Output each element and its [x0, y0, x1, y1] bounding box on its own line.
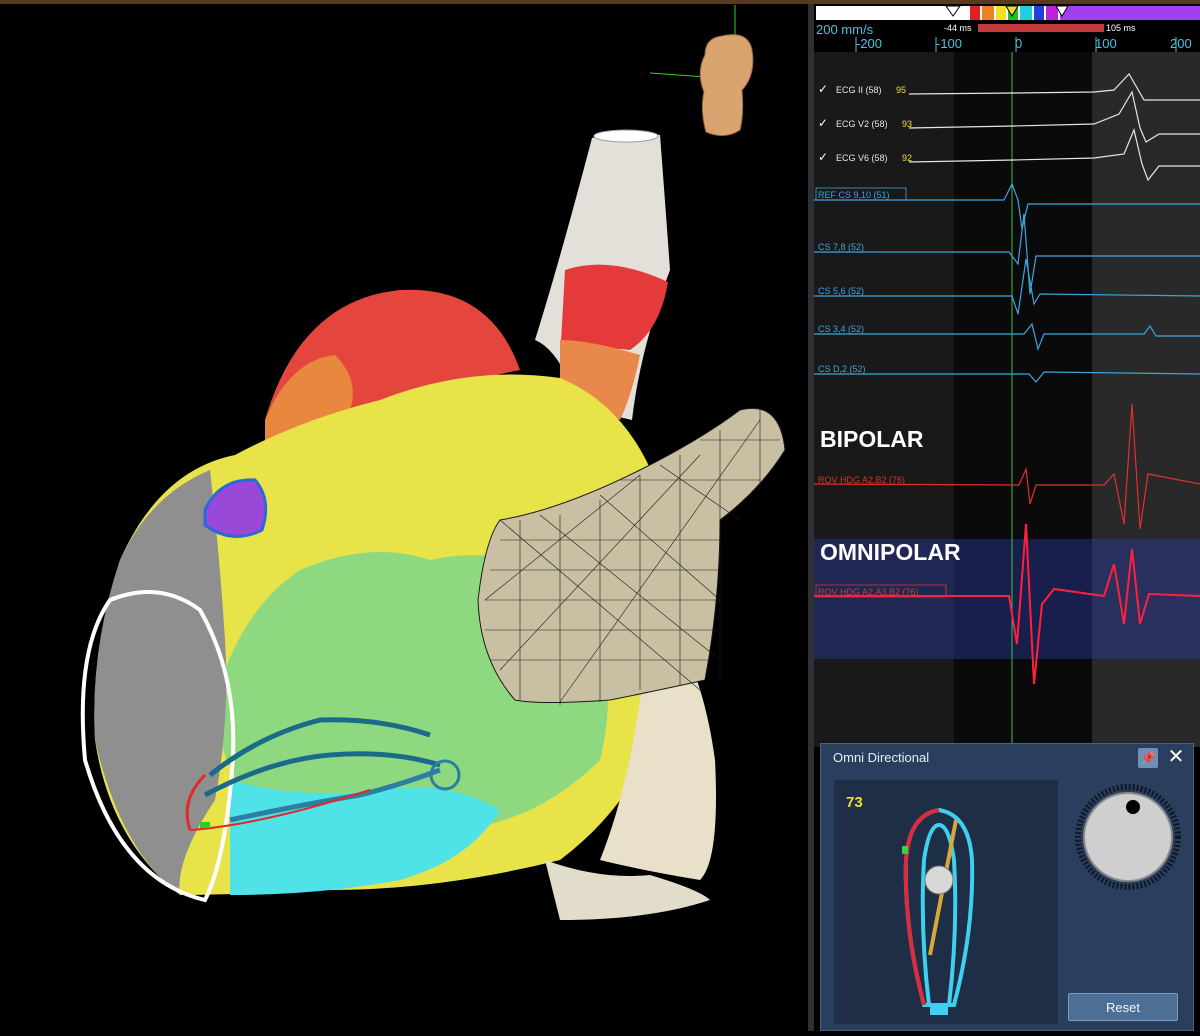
channel-label-rov-bipolar[interactable]: ROV HDG A2,B2 (76) [818, 475, 905, 485]
catheter-preview[interactable]: 73 [834, 780, 1058, 1024]
svg-text:100: 100 [1095, 36, 1117, 51]
channel-label-ecg-ii[interactable]: ECG II (58) [836, 85, 882, 95]
marker-right-value: 105 ms [1106, 23, 1136, 33]
channel-label-cs-34[interactable]: CS 3,4 (52) [818, 324, 864, 334]
omni-angle-value: 73 [846, 794, 863, 811]
channel-label-cs-56[interactable]: CS 5,6 (52) [818, 286, 864, 296]
pin-icon[interactable]: 📌 [1138, 748, 1158, 768]
channel-label-cs-d2[interactable]: CS D,2 (52) [818, 364, 866, 374]
svg-text:200: 200 [1170, 36, 1192, 51]
marker-left-value: -44 ms [944, 23, 972, 33]
channel-value-ecg-v2: 93 [902, 119, 912, 129]
channel-label-cs-78[interactable]: CS 7,8 (52) [818, 242, 864, 252]
channel-label-ecg-v6[interactable]: ECG V6 (58) [836, 153, 888, 163]
svg-text:✓: ✓ [818, 116, 828, 130]
reset-button[interactable]: Reset [1068, 993, 1178, 1021]
channel-label-rov-omnipolar[interactable]: ROV HDG A2,A3,B2 (76) [818, 587, 919, 597]
ecg-checkbox-ii[interactable]: ✓ [818, 82, 828, 96]
bipolar-label: BIPOLAR [820, 426, 924, 452]
orientation-figure [699, 34, 754, 136]
svg-text:✓: ✓ [818, 150, 828, 164]
omni-panel-title: Omni Directional [833, 750, 930, 765]
anatomy-3d-view[interactable] [0, 4, 808, 1031]
heart-model [80, 5, 786, 920]
channel-value-ecg-v6: 92 [902, 153, 912, 163]
svg-text:-100: -100 [936, 36, 962, 51]
svg-text:✓: ✓ [818, 82, 828, 96]
omni-directional-panel: Omni Directional 📌 ✕ 73 Reset [820, 743, 1194, 1031]
omnipolar-label: OMNIPOLAR [820, 539, 961, 565]
ecg-checkbox-v2[interactable]: ✓ [818, 116, 828, 130]
svg-text:-200: -200 [856, 36, 882, 51]
direction-knob[interactable] [1073, 782, 1183, 892]
ecg-checkbox-v6[interactable]: ✓ [818, 150, 828, 164]
sweep-speed[interactable]: 200 mm/s [816, 22, 874, 37]
close-icon[interactable]: ✕ [1165, 746, 1187, 768]
channel-value-ecg-ii: 95 [896, 85, 906, 95]
channel-label-ecg-v2[interactable]: ECG V2 (58) [836, 119, 888, 129]
channel-label-ref-cs[interactable]: REF CS 9,10 (51) [818, 190, 890, 200]
knob-indicator-icon [1126, 800, 1140, 814]
catheter-spline-icon [902, 807, 975, 1015]
